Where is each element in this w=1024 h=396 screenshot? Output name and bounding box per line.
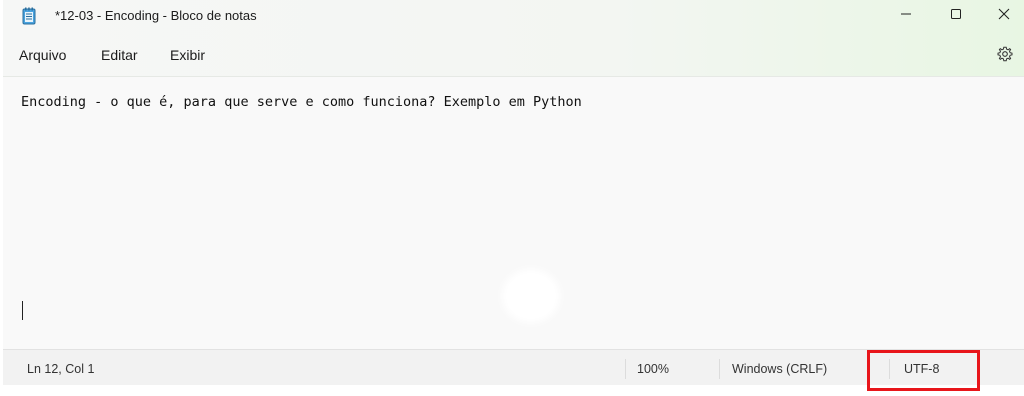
maximize-icon	[950, 7, 962, 25]
menu-bar: Arquivo Editar Exibir	[3, 38, 1024, 74]
editor-text-line: Encoding - o que é, para que serve e com…	[21, 94, 582, 110]
notepad-icon	[22, 7, 36, 25]
status-divider	[625, 359, 626, 379]
close-icon	[998, 7, 1010, 25]
status-zoom: 100%	[637, 362, 669, 376]
status-cursor-position: Ln 12, Col 1	[27, 362, 95, 376]
white-blob	[506, 273, 556, 319]
menu-exibir[interactable]: Exibir	[170, 47, 205, 63]
maximize-button[interactable]	[933, 0, 979, 32]
text-caret	[22, 301, 23, 320]
text-editor[interactable]: Encoding - o que é, para que serve e com…	[3, 76, 1024, 349]
minimize-button[interactable]	[883, 0, 929, 32]
status-divider	[719, 359, 720, 379]
gear-icon	[997, 46, 1013, 67]
menu-editar[interactable]: Editar	[101, 47, 138, 63]
notepad-window: *12-03 - Encoding - Bloco de notas Arqui…	[3, 0, 1024, 385]
encoding-highlight-box	[867, 350, 980, 391]
close-button[interactable]	[981, 0, 1024, 32]
title-bar[interactable]: *12-03 - Encoding - Bloco de notas	[3, 0, 1024, 34]
window-title: *12-03 - Encoding - Bloco de notas	[55, 8, 257, 23]
status-line-ending: Windows (CRLF)	[732, 362, 828, 376]
minimize-icon	[900, 7, 912, 25]
settings-button[interactable]	[993, 44, 1017, 68]
menu-arquivo[interactable]: Arquivo	[19, 47, 66, 63]
